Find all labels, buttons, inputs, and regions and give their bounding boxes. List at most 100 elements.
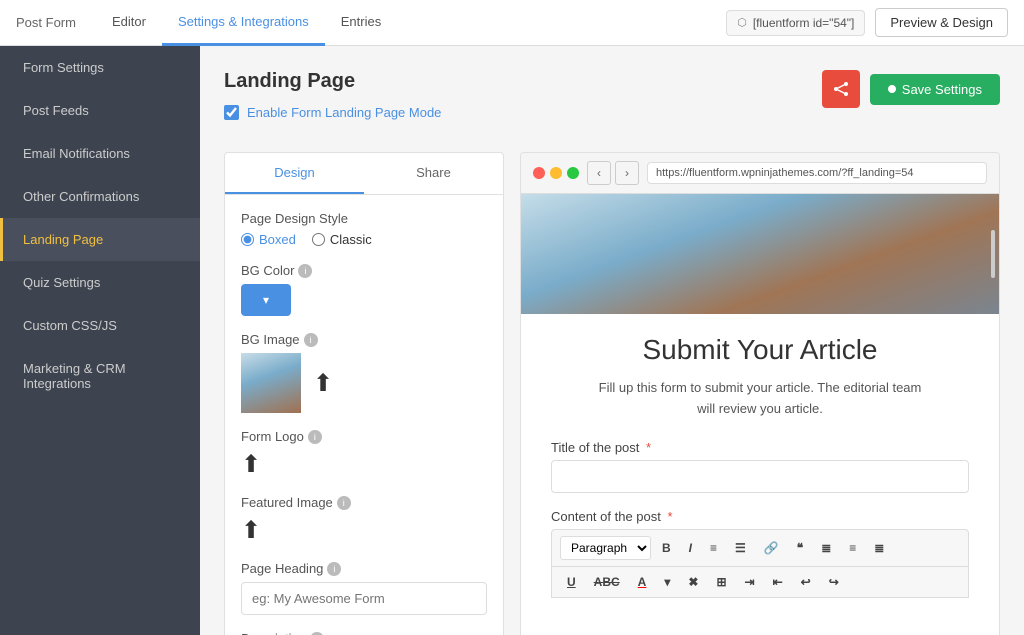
font-color-button[interactable]: A: [631, 571, 654, 593]
align-right-button[interactable]: ≣: [867, 537, 891, 559]
top-bar-left: Post Form Editor Settings & Integrations…: [16, 0, 397, 46]
align-center-button[interactable]: ≡: [842, 537, 863, 559]
page-title: Landing Page: [224, 70, 441, 93]
font-color-dropdown[interactable]: ▾: [657, 571, 677, 593]
sidebar-item-landing-page[interactable]: Landing Page: [0, 218, 200, 261]
preview-hero-image: [521, 194, 999, 314]
sidebar-item-quiz-settings[interactable]: Quiz Settings: [0, 261, 200, 304]
link-button[interactable]: 🔗: [757, 537, 786, 559]
preview-scroll-indicator: [991, 230, 995, 278]
form-logo-upload: ⬆: [241, 450, 487, 479]
bg-color-info-icon: i: [298, 264, 312, 278]
share-button[interactable]: [822, 70, 860, 108]
main-layout: Form Settings Post Feeds Email Notificat…: [0, 46, 1024, 635]
browser-back-button[interactable]: ‹: [587, 161, 611, 185]
bg-image-info-icon: i: [304, 333, 318, 347]
sidebar: Form Settings Post Feeds Email Notificat…: [0, 46, 200, 635]
top-bar: Post Form Editor Settings & Integrations…: [0, 0, 1024, 46]
required-star-content: *: [667, 509, 672, 524]
dot-yellow: [550, 167, 562, 179]
save-settings-button[interactable]: Save Settings: [870, 74, 1000, 105]
editor-toolbar-bottom: U ABC A ▾ ✖ ⊞ ⇥ ⇤ ↩ ↪: [551, 567, 969, 598]
upload-icon[interactable]: ⬆: [313, 369, 333, 398]
tab-share[interactable]: Share: [364, 153, 503, 194]
sidebar-item-other-confirmations[interactable]: Other Confirmations: [0, 175, 200, 218]
featured-image-label: Featured Image i: [241, 495, 487, 510]
url-bar: https://fluentform.wpninjathemes.com/?ff…: [647, 162, 987, 184]
required-star-title: *: [646, 440, 651, 455]
preview-field-title: Title of the post *: [551, 440, 969, 493]
preview-field-title-label: Title of the post *: [551, 440, 969, 455]
preview-panel: ‹ › https://fluentform.wpninjathemes.com…: [520, 152, 1000, 635]
strikethrough-button[interactable]: ABC: [587, 571, 627, 593]
content-area: Landing Page Enable Form Landing Page Mo…: [200, 46, 1024, 635]
preview-form-title: Submit Your Article: [551, 334, 969, 366]
style-boxed-option[interactable]: Boxed: [241, 232, 296, 247]
design-style-options: Boxed Classic: [241, 232, 487, 247]
bg-color-field: BG Color i ▾: [241, 263, 487, 316]
browser-arrows: ‹ ›: [587, 161, 639, 185]
sidebar-item-post-feeds[interactable]: Post Feeds: [0, 89, 200, 132]
ul-button[interactable]: ≡: [703, 537, 724, 559]
preview-field-content-label: Content of the post *: [551, 509, 969, 524]
sidebar-item-form-settings[interactable]: Form Settings: [0, 46, 200, 89]
paragraph-select[interactable]: Paragraph: [560, 536, 651, 560]
nav-entries[interactable]: Entries: [325, 0, 397, 46]
table-button[interactable]: ⊞: [709, 571, 733, 593]
header-actions: Save Settings: [822, 70, 1000, 108]
save-dot-icon: [888, 85, 896, 93]
bg-image-row: ⬆: [241, 353, 487, 413]
tab-design[interactable]: Design: [225, 153, 364, 194]
featured-image-info-icon: i: [337, 496, 351, 510]
enable-row: Enable Form Landing Page Mode: [224, 105, 441, 120]
preview-form-desc: Fill up this form to submit your article…: [590, 378, 930, 420]
page-heading-info-icon: i: [327, 562, 341, 576]
bg-color-button[interactable]: ▾: [241, 284, 291, 316]
enable-label[interactable]: Enable Form Landing Page Mode: [247, 105, 441, 120]
ol-button[interactable]: ☰: [728, 537, 753, 559]
preview-title-input: [551, 460, 969, 493]
bold-button[interactable]: B: [655, 537, 678, 559]
chevron-down-icon: ▾: [263, 293, 269, 307]
shortcode-box: ⬡ [fluentform id="54"]: [726, 10, 865, 36]
italic-button[interactable]: I: [682, 537, 699, 559]
featured-image-upload-icon[interactable]: ⬆: [241, 516, 261, 545]
sidebar-item-custom-css-js[interactable]: Custom CSS/JS: [0, 304, 200, 347]
preview-design-button[interactable]: Preview & Design: [875, 8, 1008, 37]
preview-form-content: Submit Your Article Fill up this form to…: [521, 314, 999, 634]
nav-editor[interactable]: Editor: [96, 0, 162, 46]
top-bar-right: ⬡ [fluentform id="54"] Preview & Design: [726, 8, 1008, 37]
share-icon: [833, 81, 849, 97]
dot-red: [533, 167, 545, 179]
style-classic-radio[interactable]: [312, 233, 325, 246]
browser-bar: ‹ › https://fluentform.wpninjathemes.com…: [521, 153, 999, 194]
bg-image-label: BG Image i: [241, 332, 487, 347]
form-logo-label: Form Logo i: [241, 429, 487, 444]
form-logo-upload-icon[interactable]: ⬆: [241, 450, 261, 479]
more-btn-2[interactable]: ⇤: [766, 571, 790, 593]
featured-image-field: Featured Image i ⬆: [241, 495, 487, 545]
preview-field-content: Content of the post * Paragraph B I ≡: [551, 509, 969, 598]
align-left-button[interactable]: ≣: [814, 537, 838, 559]
redo-button[interactable]: ↪: [822, 571, 846, 593]
bg-image-field: BG Image i ⬆: [241, 332, 487, 413]
shortcode-icon: ⬡: [737, 16, 747, 29]
description-info-icon: i: [310, 632, 324, 635]
design-style-label: Page Design Style: [241, 211, 487, 226]
underline-button[interactable]: U: [560, 571, 583, 593]
nav-settings[interactable]: Settings & Integrations: [162, 0, 325, 46]
eraser-button[interactable]: ✖: [681, 571, 705, 593]
more-btn-1[interactable]: ⇥: [738, 571, 762, 593]
quote-button[interactable]: ❝: [790, 537, 810, 559]
form-logo-field: Form Logo i ⬆: [241, 429, 487, 479]
page-title-area: Landing Page Enable Form Landing Page Mo…: [224, 70, 441, 140]
style-boxed-radio[interactable]: [241, 233, 254, 246]
style-classic-option[interactable]: Classic: [312, 232, 372, 247]
sidebar-item-marketing-crm[interactable]: Marketing & CRM Integrations: [0, 347, 200, 405]
enable-checkbox[interactable]: [224, 105, 239, 120]
undo-button[interactable]: ↩: [794, 571, 818, 593]
browser-forward-button[interactable]: ›: [615, 161, 639, 185]
sidebar-item-email-notifications[interactable]: Email Notifications: [0, 132, 200, 175]
page-heading-field: Page Heading i: [241, 561, 487, 615]
page-heading-input[interactable]: [241, 582, 487, 615]
